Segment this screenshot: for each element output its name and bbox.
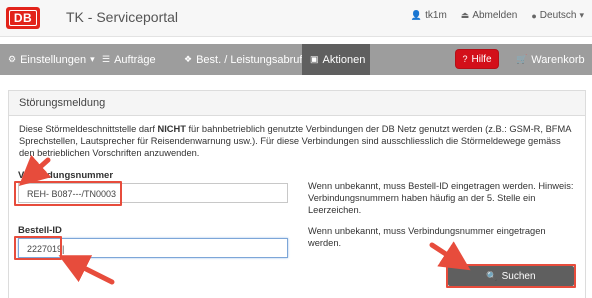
- top-bar: DB TK - Serviceportal 👤 tk1m ⏏ Abmelden …: [0, 0, 592, 37]
- user-icon: 👤: [410, 10, 423, 20]
- highlight-verbindungsnummer: [14, 181, 122, 206]
- nav-warenkorb[interactable]: 🛒 Warenkorb: [516, 44, 585, 75]
- nav-aktionen-label: Aktionen: [322, 53, 366, 66]
- user-name: tk1m: [425, 10, 447, 21]
- main-navbar: ⚙ Einstellungen ▾ ☰ Aufträge ❖ Best. / L…: [0, 44, 592, 75]
- language-dropdown[interactable]: ● Deutsch ▾: [531, 10, 584, 21]
- caret-down-icon: ▾: [579, 10, 584, 20]
- question-icon: ?: [462, 54, 468, 64]
- logout-label: Abmelden: [472, 10, 518, 21]
- highlight-suchen-button: [446, 264, 576, 288]
- nav-best-label: Best. / Leistungsabruf: [196, 53, 303, 66]
- bestell-id-hint: Wenn unbekannt, muss Verbindungsnummer e…: [308, 226, 546, 248]
- globe-icon: ●: [531, 10, 537, 21]
- verbindungsnummer-label: Verbindungsnummer: [18, 170, 114, 181]
- nav-auftraege-label: Aufträge: [114, 53, 156, 66]
- verbindungsnummer-hint: Wenn unbekannt, muss Bestell-ID eingetra…: [308, 181, 574, 215]
- info-text: Diese Störmeldeschnittstelle darf NICHT …: [19, 123, 575, 159]
- info-text-part1: Diese Störmeldeschnittstelle darf: [19, 124, 158, 134]
- cart-icon: 🛒: [516, 54, 528, 64]
- logout-link[interactable]: ⏏ Abmelden: [461, 10, 518, 21]
- nav-einstellungen[interactable]: ⚙ Einstellungen ▾: [8, 44, 95, 75]
- app-title: TK - Serviceportal: [66, 9, 179, 25]
- hilfe-button[interactable]: ? Hilfe: [456, 50, 498, 68]
- cubes-icon: ❖: [184, 54, 193, 64]
- panel-title: Störungsmeldung: [9, 91, 585, 116]
- info-text-bold: NICHT: [157, 124, 186, 134]
- car-icon: ▣: [310, 54, 319, 64]
- db-logo[interactable]: DB: [6, 7, 40, 29]
- highlight-bestell-id: [14, 236, 62, 260]
- logout-icon: ⏏: [460, 10, 470, 20]
- nav-auftraege[interactable]: ☰ Aufträge: [102, 44, 156, 75]
- user-menu: 👤 tk1m ⏏ Abmelden ● Deutsch ▾: [411, 10, 584, 21]
- caret-down-icon: ▾: [90, 54, 95, 64]
- hilfe-label: Hilfe: [471, 53, 492, 65]
- list-icon: ☰: [102, 54, 111, 64]
- nav-best-leistungsabruf[interactable]: ❖ Best. / Leistungsabruf: [184, 44, 302, 75]
- user-link[interactable]: 👤 tk1m: [411, 10, 447, 21]
- nav-aktionen[interactable]: ▣ Aktionen: [302, 44, 370, 75]
- language-label: Deutsch: [539, 10, 577, 21]
- bestell-id-label: Bestell-ID: [18, 225, 62, 236]
- nav-einstellungen-label: Einstellungen: [20, 53, 87, 66]
- nav-warenkorb-label: Warenkorb: [531, 53, 585, 66]
- gear-icon: ⚙: [8, 54, 17, 64]
- db-logo-text: DB: [9, 10, 37, 26]
